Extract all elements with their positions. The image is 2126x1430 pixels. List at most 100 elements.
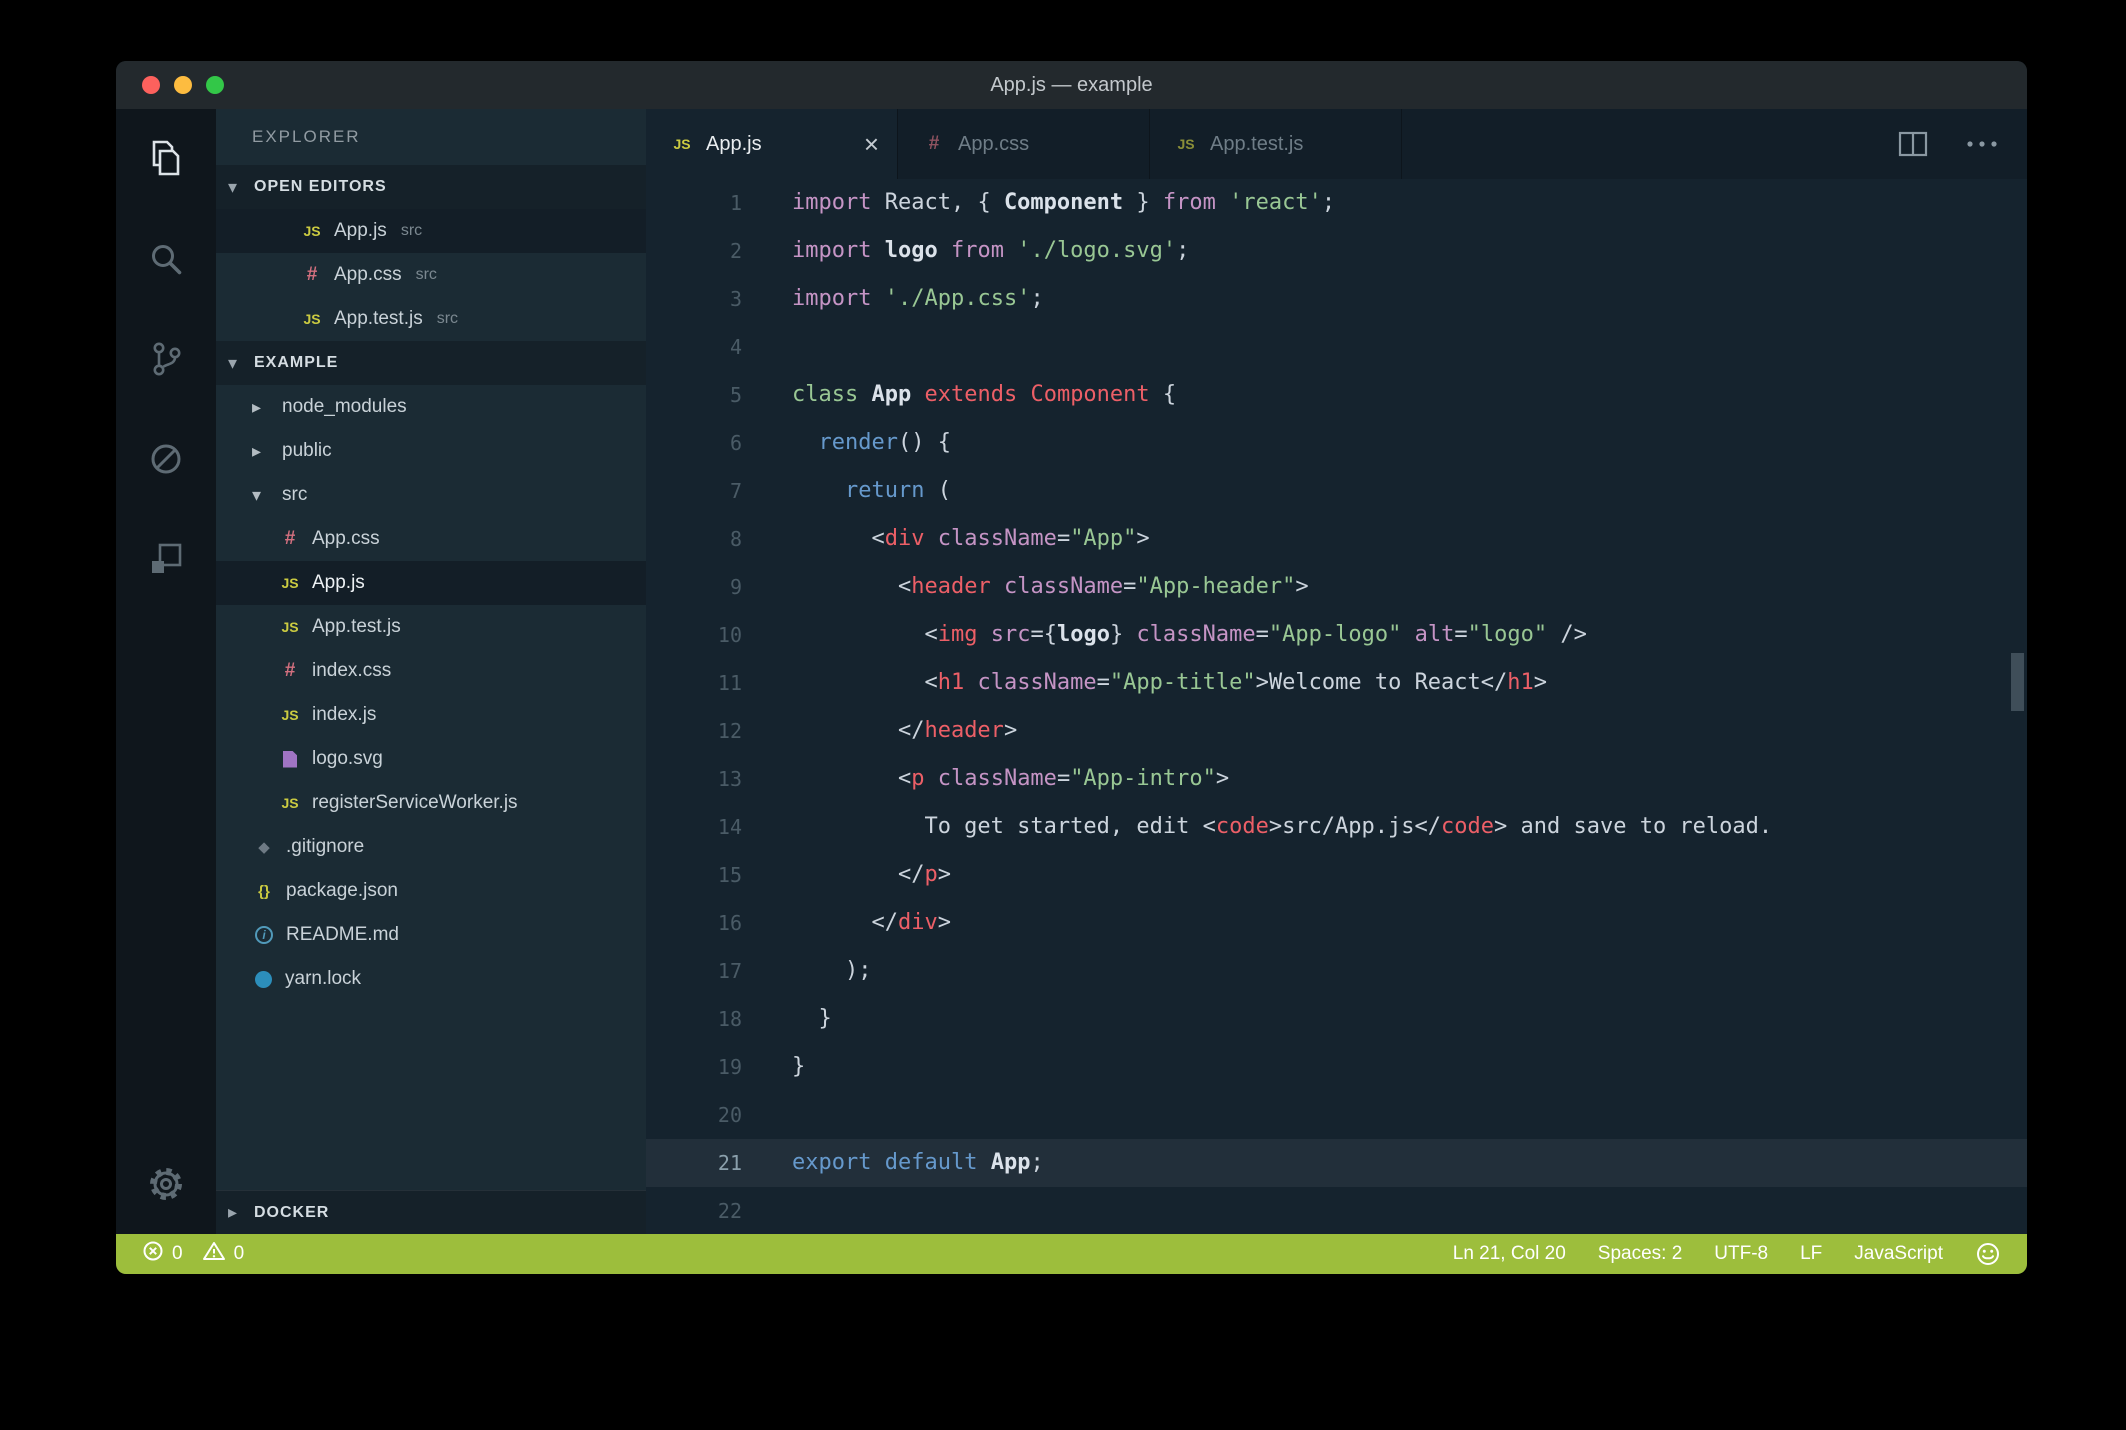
code-line-9[interactable]: 9 <header className="App-header"> (646, 563, 2027, 611)
close-tab-icon[interactable]: × (864, 131, 879, 157)
debug-icon (145, 438, 187, 485)
code-line-20[interactable]: 20 (646, 1091, 2027, 1139)
status-bar: 0 0 Ln 21, Col 20 Spaces: 2 UTF-8 LF JavaScr… (116, 1234, 2027, 1274)
open-editor-App.js[interactable]: JSApp.jssrc (216, 209, 646, 253)
open-editor-App.test.js[interactable]: JSApp.test.jssrc (216, 297, 646, 341)
scrollbar-thumb[interactable] (2011, 653, 2024, 711)
source-control-icon (145, 338, 187, 385)
js-file-icon: JS (300, 311, 324, 327)
tree-item-registerServiceWorker.js[interactable]: JSregisterServiceWorker.js (216, 781, 646, 825)
activity-source-control-button[interactable] (144, 339, 188, 383)
code-line-16[interactable]: 16 </div> (646, 899, 2027, 947)
code-editor[interactable]: 1import React, { Component } from 'react… (646, 179, 2027, 1235)
code-line-13[interactable]: 13 <p className="App-intro"> (646, 755, 2027, 803)
activity-extensions-button[interactable] (144, 539, 188, 583)
example-header[interactable]: EXAMPLE (216, 341, 646, 385)
status-language-mode[interactable]: JavaScript (1854, 1243, 1943, 1265)
activity-debug-button[interactable] (144, 439, 188, 483)
js-file-icon: JS (300, 223, 324, 239)
line-number: 7 (646, 467, 742, 515)
code-line-7[interactable]: 7 return ( (646, 467, 2027, 515)
code-text: To get started, edit <code>src/App.js</c… (792, 803, 1772, 851)
code-line-21[interactable]: 21export default App; (646, 1139, 2027, 1187)
more-actions-icon[interactable] (1965, 139, 1999, 149)
activity-settings-button[interactable] (144, 1164, 188, 1208)
code-line-1[interactable]: 1import React, { Component } from 'react… (646, 179, 2027, 227)
code-line-2[interactable]: 2 import logo from './logo.svg'; (646, 227, 2027, 275)
warning-icon (202, 1240, 226, 1268)
code-line-10[interactable]: 10 <img src={logo} className="App-logo" … (646, 611, 2027, 659)
code-text: import logo from './logo.svg'; (792, 227, 1189, 275)
info-file-icon: i (255, 926, 273, 944)
status-bar-right: Ln 21, Col 20 Spaces: 2 UTF-8 LF JavaScript (1453, 1241, 2001, 1267)
status-eol[interactable]: LF (1800, 1243, 1822, 1265)
status-encoding[interactable]: UTF-8 (1714, 1243, 1768, 1265)
code-text: <h1 className="App-title">Welcome to Rea… (792, 659, 1547, 707)
file-name: logo.svg (312, 748, 383, 770)
file-name: .gitignore (286, 836, 364, 858)
tab-App.css[interactable]: #App.css (898, 109, 1150, 179)
code-line-19[interactable]: 19} (646, 1043, 2027, 1091)
tab-bar: JSApp.js×#App.cssJSApp.test.js (646, 109, 2027, 179)
line-number: 2 (646, 227, 742, 275)
docker-label: DOCKER (254, 1204, 329, 1222)
file-path-suffix: src (401, 222, 422, 240)
tree-folder-public[interactable]: public (216, 429, 646, 473)
activity-search-button[interactable] (144, 239, 188, 283)
tab-App.test.js[interactable]: JSApp.test.js (1150, 109, 1402, 179)
tree-item-README.md[interactable]: iREADME.md (216, 913, 646, 957)
tree-item-package.json[interactable]: {}package.json (216, 869, 646, 913)
code-line-8[interactable]: 8 <div className="App"> (646, 515, 2027, 563)
tree-folder-node_modules[interactable]: node_modules (216, 385, 646, 429)
code-line-12[interactable]: 12 </header> (646, 707, 2027, 755)
vscode-window: App.js — example EXPLORER OPEN EDITORS J… (116, 61, 2027, 1274)
code-line-18[interactable]: 18 } (646, 995, 2027, 1043)
js-file-icon: JS (1174, 136, 1198, 152)
code-line-5[interactable]: 5class App extends Component { (646, 371, 2027, 419)
code-text: } (792, 1043, 805, 1091)
tree-item-App.js[interactable]: JSApp.js (216, 561, 646, 605)
minimize-window-button[interactable] (174, 76, 192, 94)
docker-header[interactable]: DOCKER (216, 1190, 646, 1234)
tree-item-App.test.js[interactable]: JSApp.test.js (216, 605, 646, 649)
activity-bar-bottom (144, 1164, 188, 1208)
zoom-window-button[interactable] (206, 76, 224, 94)
split-editor-icon[interactable] (1895, 126, 1931, 162)
tabs: JSApp.js×#App.cssJSApp.test.js (646, 109, 1402, 179)
chevron-right-icon (252, 441, 282, 462)
code-text: class App extends Component { (792, 371, 1176, 419)
tree-item-.gitignore[interactable]: ◆.gitignore (216, 825, 646, 869)
open-editors-header[interactable]: OPEN EDITORS (216, 165, 646, 209)
code-line-17[interactable]: 17 ); (646, 947, 2027, 995)
code-text: <header className="App-header"> (792, 563, 1309, 611)
gear-icon (145, 1163, 187, 1210)
tree-item-yarn.lock[interactable]: yarn.lock (216, 957, 646, 1001)
js-file-icon: JS (278, 619, 302, 635)
open-editor-App.css[interactable]: #App.csssrc (216, 253, 646, 297)
tree-item-logo.svg[interactable]: logo.svg (216, 737, 646, 781)
close-window-button[interactable] (142, 76, 160, 94)
file-name: App.js (312, 572, 365, 594)
warning-indicator[interactable]: 0 (202, 1240, 245, 1268)
code-line-14[interactable]: 14 To get started, edit <code>src/App.js… (646, 803, 2027, 851)
tree-item-index.css[interactable]: #index.css (216, 649, 646, 693)
code-line-6[interactable]: 6 render() { (646, 419, 2027, 467)
code-text: <img src={logo} className="App-logo" alt… (792, 611, 1587, 659)
code-text: <div className="App"> (792, 515, 1150, 563)
tree-item-App.css[interactable]: #App.css (216, 517, 646, 561)
status-cursor-position[interactable]: Ln 21, Col 20 (1453, 1243, 1566, 1265)
feedback-smiley-icon[interactable] (1975, 1241, 2001, 1267)
tree-folder-src[interactable]: src (216, 473, 646, 517)
code-line-22[interactable]: 22 (646, 1187, 2027, 1235)
tree-item-index.js[interactable]: JSindex.js (216, 693, 646, 737)
code-line-4[interactable]: 4 (646, 323, 2027, 371)
status-indentation[interactable]: Spaces: 2 (1598, 1243, 1683, 1265)
code-line-11[interactable]: 11 <h1 className="App-title">Welcome to … (646, 659, 2027, 707)
yarn-file-icon (255, 971, 272, 988)
file-name: App.css (312, 528, 380, 550)
code-line-15[interactable]: 15 </p> (646, 851, 2027, 899)
code-line-3[interactable]: 3import './App.css'; (646, 275, 2027, 323)
error-indicator[interactable]: 0 (142, 1240, 183, 1268)
activity-explorer-button[interactable] (144, 139, 188, 183)
tab-App.js[interactable]: JSApp.js× (646, 109, 898, 179)
